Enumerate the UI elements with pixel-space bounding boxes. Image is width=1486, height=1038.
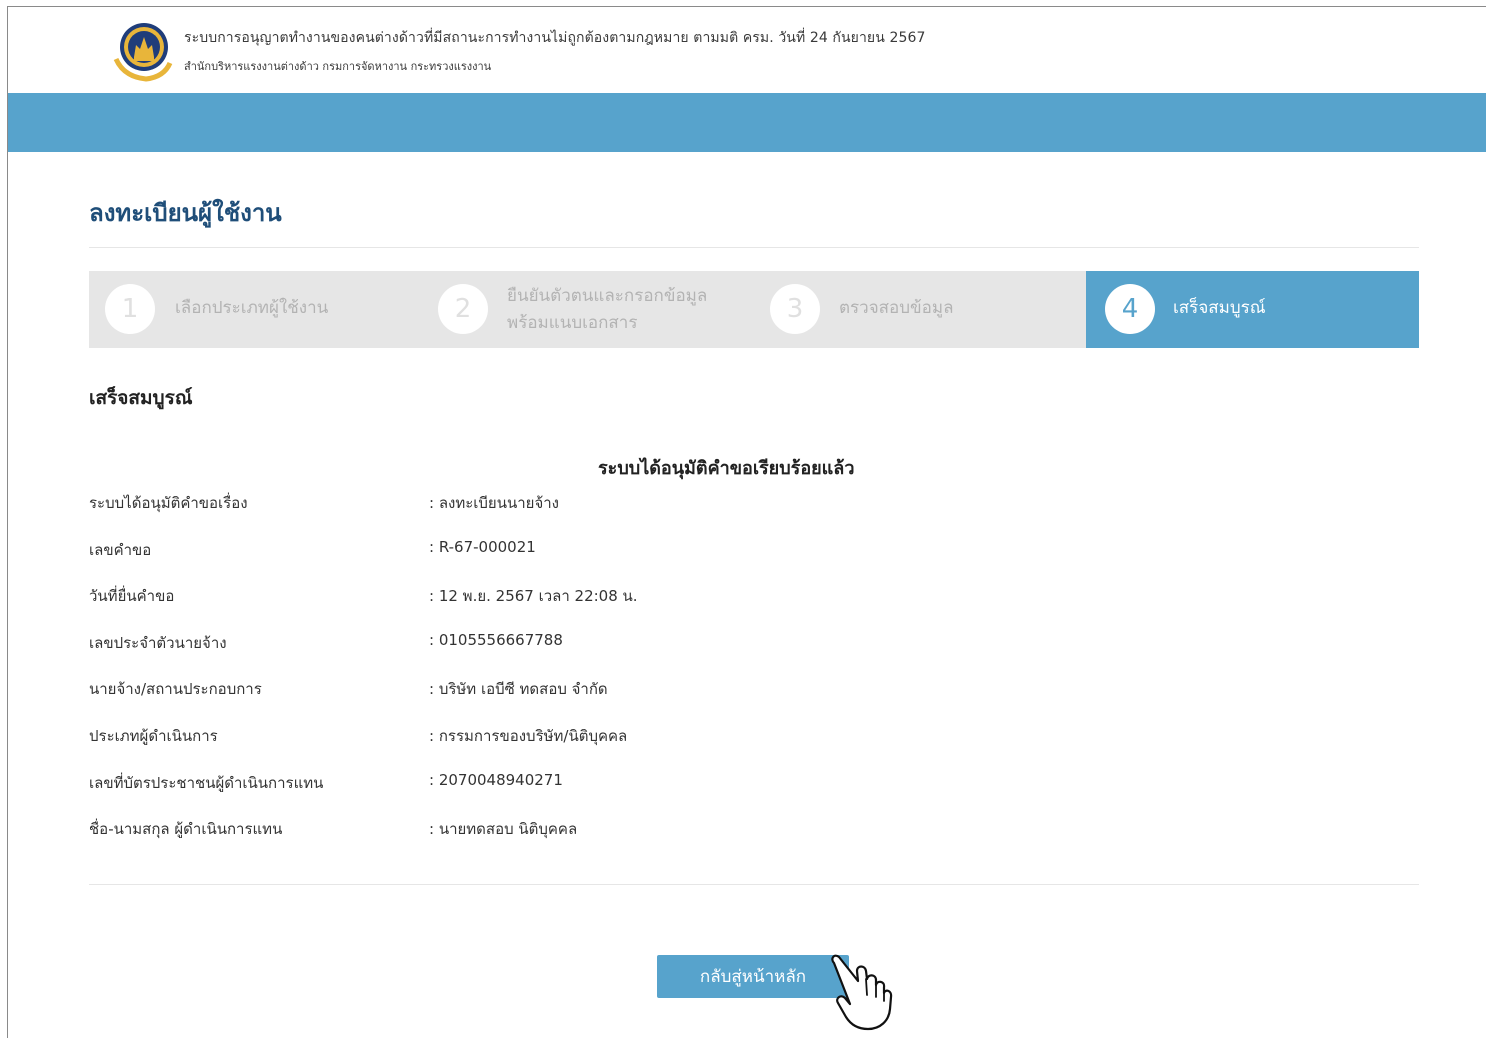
detail-value: : R-67-000021 bbox=[429, 538, 536, 556]
approval-message: ระบบได้อนุมัติคำขอเรียบร้อยแล้ว bbox=[598, 458, 855, 479]
step-complete: 4 เสร็จสมบูรณ์ bbox=[1086, 271, 1419, 348]
detail-value: : บริษัท เอบีซี ทดสอบ จำกัด bbox=[429, 680, 608, 698]
detail-row-representative-id: เลขที่บัตรประชาชนผู้ดำเนินการแทน : 20700… bbox=[89, 771, 989, 799]
section-heading: เสร็จสมบูรณ์ bbox=[89, 387, 193, 409]
registration-stepper: 1 เลือกประเภทผู้ใช้งาน 2 ยืนยันตัวตนและก… bbox=[89, 271, 1419, 348]
detail-value: : 0105556667788 bbox=[429, 631, 563, 649]
step-label: ตรวจสอบข้อมูล bbox=[839, 298, 954, 318]
step-select-user-type: 1 เลือกประเภทผู้ใช้งาน bbox=[89, 271, 421, 348]
detail-value: : 2070048940271 bbox=[429, 771, 563, 789]
detail-value: : นายทดสอบ นิติบุคคล bbox=[429, 820, 578, 838]
department-seal-icon bbox=[110, 19, 174, 83]
step-label: ยืนยันตัวตนและกรอกข้อมูล bbox=[507, 286, 708, 306]
site-header: ระบบการอนุญาตทำงานของคนต่างด้าวที่มีสถาน… bbox=[8, 7, 1486, 93]
detail-row-operator-type: ประเภทผู้ดำเนินการ : กรรมการของบริษัท/นิ… bbox=[89, 724, 989, 752]
detail-label: ชื่อ-นามสกุล ผู้ดำเนินการแทน bbox=[89, 820, 283, 838]
content-divider bbox=[89, 884, 1419, 885]
detail-row-employer-name: นายจ้าง/สถานประกอบการ : บริษัท เอบีซี ทด… bbox=[89, 677, 989, 705]
detail-value: : กรรมการของบริษัท/นิติบุคคล bbox=[429, 727, 628, 745]
step-number: 1 bbox=[105, 284, 155, 334]
title-divider bbox=[89, 247, 1419, 248]
header-band bbox=[8, 93, 1486, 152]
step-number: 3 bbox=[770, 284, 820, 334]
detail-label: ประเภทผู้ดำเนินการ bbox=[89, 727, 218, 745]
detail-row-request-type: ระบบได้อนุมัติคำขอเรื่อง : ลงทะเบียนนายจ… bbox=[89, 491, 989, 519]
step-number: 4 bbox=[1105, 284, 1155, 334]
detail-label: นายจ้าง/สถานประกอบการ bbox=[89, 680, 262, 698]
detail-row-representative-name: ชื่อ-นามสกุล ผู้ดำเนินการแทน : นายทดสอบ … bbox=[89, 817, 989, 845]
detail-label: เลขคำขอ bbox=[89, 541, 152, 559]
step-label: เลือกประเภทผู้ใช้งาน bbox=[175, 298, 329, 318]
detail-value: : 12 พ.ย. 2567 เวลา 22:08 น. bbox=[429, 587, 638, 605]
back-to-home-button[interactable]: กลับสู่หน้าหลัก bbox=[657, 955, 849, 998]
app-window: ระบบการอนุญาตทำงานของคนต่างด้าวที่มีสถาน… bbox=[7, 6, 1486, 1038]
detail-row-request-number: เลขคำขอ : R-67-000021 bbox=[89, 538, 989, 566]
system-title: ระบบการอนุญาตทำงานของคนต่างด้าวที่มีสถาน… bbox=[184, 30, 926, 46]
step-number: 2 bbox=[438, 284, 488, 334]
detail-row-submit-date: วันที่ยื่นคำขอ : 12 พ.ย. 2567 เวลา 22:08… bbox=[89, 584, 989, 612]
detail-label: ระบบได้อนุมัติคำขอเรื่อง bbox=[89, 494, 248, 512]
step-verify-identity: 2 ยืนยันตัวตนและกรอกข้อมูล พร้อมแนบเอกสา… bbox=[421, 271, 753, 348]
detail-value: : ลงทะเบียนนายจ้าง bbox=[429, 494, 559, 512]
step-label: เสร็จสมบูรณ์ bbox=[1173, 298, 1266, 318]
hand-pointer-icon bbox=[824, 951, 896, 1033]
step-review-data: 3 ตรวจสอบข้อมูล bbox=[753, 271, 1086, 348]
detail-label: เลขประจำตัวนายจ้าง bbox=[89, 634, 227, 652]
step-label-line2: พร้อมแนบเอกสาร bbox=[507, 313, 638, 333]
page-title: ลงทะเบียนผู้ใช้งาน bbox=[89, 199, 282, 227]
detail-label: เลขที่บัตรประชาชนผู้ดำเนินการแทน bbox=[89, 774, 324, 792]
detail-label: วันที่ยื่นคำขอ bbox=[89, 587, 175, 605]
agency-subtitle: สำนักบริหารแรงงานต่างด้าว กรมการจัดหางาน… bbox=[184, 60, 492, 73]
detail-row-employer-id: เลขประจำตัวนายจ้าง : 0105556667788 bbox=[89, 631, 989, 659]
